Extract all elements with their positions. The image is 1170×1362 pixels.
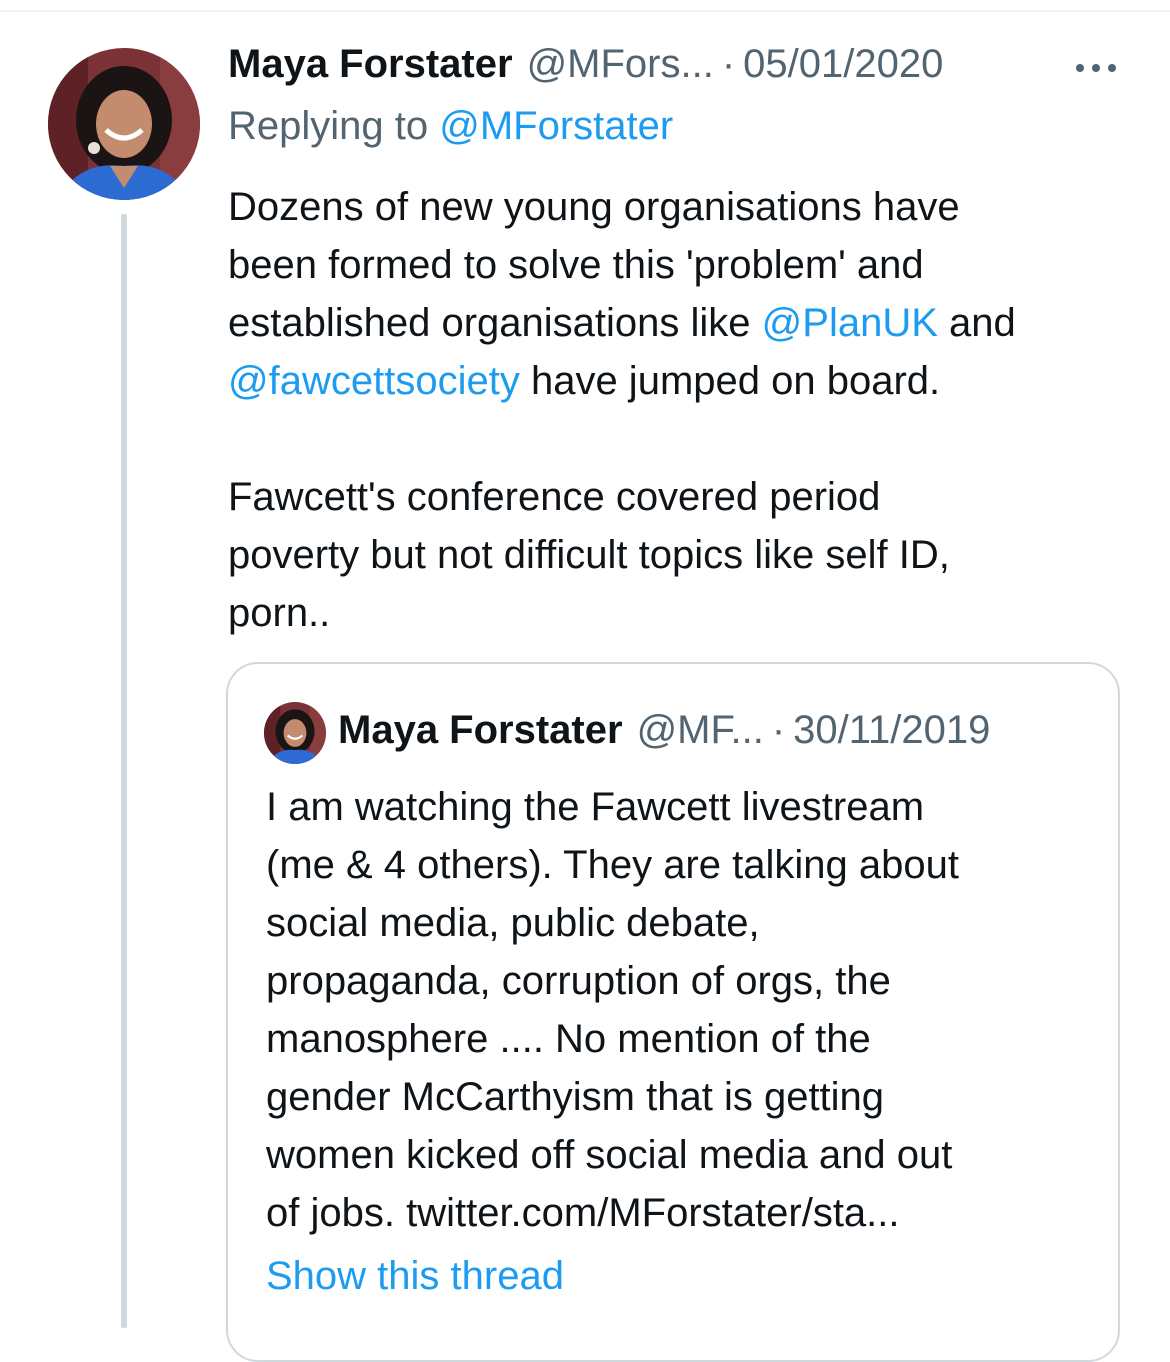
paragraph-break: [228, 410, 1128, 468]
tweet-header: Maya Forstater @MFors... · 05/01/2020: [228, 42, 1128, 94]
tweet-text-line: been formed to solve this 'problem' and: [228, 243, 924, 287]
quoted-author-display-name[interactable]: Maya Forstater: [338, 708, 623, 753]
avatar-image: [264, 702, 326, 764]
top-divider: [0, 10, 1170, 12]
author-handle[interactable]: @MFors...: [527, 42, 714, 87]
header-separator: ·: [771, 708, 786, 752]
tweet-text-line: Fawcett's conference covered period: [228, 475, 881, 519]
quoted-text-line: women kicked off social media and out: [266, 1133, 953, 1177]
tweet-date[interactable]: 05/01/2020: [743, 42, 943, 87]
header-separator: ·: [721, 42, 736, 86]
quoted-tweet-text: I am watching the Fawcett livestream (me…: [266, 778, 1096, 1242]
replying-to: Replying to @MForstater: [228, 104, 673, 149]
quoted-author-handle[interactable]: @MF...: [637, 708, 764, 753]
quoted-text-line: I am watching the Fawcett livestream: [266, 785, 925, 829]
tweet-text: Dozens of new young organisations have b…: [228, 178, 1128, 642]
mention-planuk-link[interactable]: @PlanUK: [762, 301, 938, 345]
quoted-text-line: manosphere .... No mention of the: [266, 1017, 871, 1061]
quoted-tweet-date[interactable]: 30/11/2019: [793, 708, 990, 753]
more-horizontal-icon: [1076, 64, 1116, 72]
thread-connector-line: [121, 214, 127, 1328]
tweet-text-line: Dozens of new young organisations have: [228, 185, 960, 229]
replying-prefix: Replying to: [228, 104, 429, 148]
quoted-tweet-header: Maya Forstater @MF... · 30/11/2019: [338, 708, 990, 760]
quoted-text-line: (me & 4 others). They are talking about: [266, 843, 959, 887]
tweet-text-line: established organisations like @PlanUK a…: [228, 294, 1128, 352]
author-avatar[interactable]: [48, 48, 200, 200]
replying-to-handle-link[interactable]: @MForstater: [439, 104, 673, 148]
tweet-text-fragment: established organisations like: [228, 301, 751, 345]
quoted-text-line: of jobs. twitter.com/MForstater/sta...: [266, 1191, 900, 1235]
tweet-text-line: @fawcettsociety have jumped on board.: [228, 352, 1128, 410]
quoted-text-line: social media, public debate,: [266, 901, 760, 945]
quoted-text-line: propaganda, corruption of orgs, the: [266, 959, 891, 1003]
quoted-author-avatar[interactable]: [264, 702, 326, 764]
author-display-name[interactable]: Maya Forstater: [228, 42, 513, 87]
show-this-thread-link[interactable]: Show this thread: [266, 1254, 564, 1299]
more-options-button[interactable]: [1068, 50, 1124, 86]
mention-fawcettsociety-link[interactable]: @fawcettsociety: [228, 359, 520, 403]
avatar-image: [48, 48, 200, 200]
tweet-text-fragment: have jumped on board.: [530, 359, 941, 403]
tweet-text-fragment: and: [949, 301, 1016, 345]
tweet-text-line: porn..: [228, 591, 331, 635]
tweet-text-line: poverty but not difficult topics like se…: [228, 533, 950, 577]
quoted-text-line: gender McCarthyism that is getting: [266, 1075, 885, 1119]
